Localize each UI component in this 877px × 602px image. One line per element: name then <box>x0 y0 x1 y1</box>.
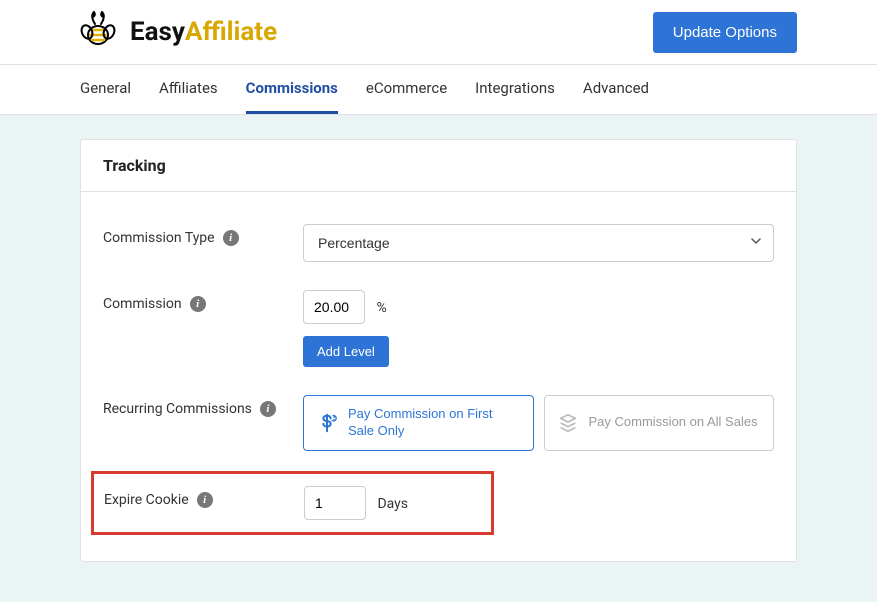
add-level-button[interactable]: Add Level <box>303 336 389 367</box>
commission-unit: % <box>376 300 386 316</box>
row-expire-cookie: Expire Cookie i Days <box>91 471 494 535</box>
tab-general[interactable]: General <box>80 65 131 114</box>
info-icon[interactable]: i <box>197 492 213 508</box>
tab-advanced[interactable]: Advanced <box>583 65 649 114</box>
expire-cookie-unit: Days <box>377 496 408 512</box>
tab-ecommerce[interactable]: eCommerce <box>366 65 447 114</box>
label-recurring: Recurring Commissions <box>103 401 252 417</box>
update-options-button[interactable]: Update Options <box>653 12 797 53</box>
tracking-panel: Tracking Commission Type i Percentage <box>80 139 797 562</box>
tab-affiliates[interactable]: Affiliates <box>159 65 218 114</box>
label-commission-type: Commission Type <box>103 230 215 246</box>
row-commission: Commission i % Add Level <box>103 276 774 381</box>
tab-integrations[interactable]: Integrations <box>475 65 555 114</box>
logo-text: EasyAffiliate <box>130 17 277 47</box>
info-icon[interactable]: i <box>190 296 206 312</box>
recurring-option-label: Pay Commission on All Sales <box>589 414 758 431</box>
stack-icon <box>557 412 579 434</box>
info-icon[interactable]: i <box>223 230 239 246</box>
panel-title: Tracking <box>81 140 796 192</box>
bee-icon <box>80 10 124 54</box>
dollar-icon <box>316 412 338 434</box>
header-bar: EasyAffiliate Update Options <box>0 0 877 65</box>
row-commission-type: Commission Type i Percentage <box>103 210 774 276</box>
info-icon[interactable]: i <box>260 401 276 417</box>
recurring-first-sale-button[interactable]: Pay Commission on First Sale Only <box>303 395 534 451</box>
label-commission: Commission <box>103 296 182 312</box>
label-expire-cookie: Expire Cookie <box>104 492 189 508</box>
recurring-option-label: Pay Commission on First Sale Only <box>348 406 521 440</box>
logo: EasyAffiliate <box>80 10 277 54</box>
tab-commissions[interactable]: Commissions <box>246 65 338 114</box>
commission-value-input[interactable] <box>303 290 365 324</box>
recurring-all-sales-button[interactable]: Pay Commission on All Sales <box>544 395 775 451</box>
expire-cookie-input[interactable] <box>304 486 366 520</box>
tab-bar: General Affiliates Commissions eCommerce… <box>0 65 877 115</box>
commission-type-select[interactable]: Percentage <box>303 224 774 262</box>
row-recurring-commissions: Recurring Commissions i Pay Comm <box>103 381 774 465</box>
